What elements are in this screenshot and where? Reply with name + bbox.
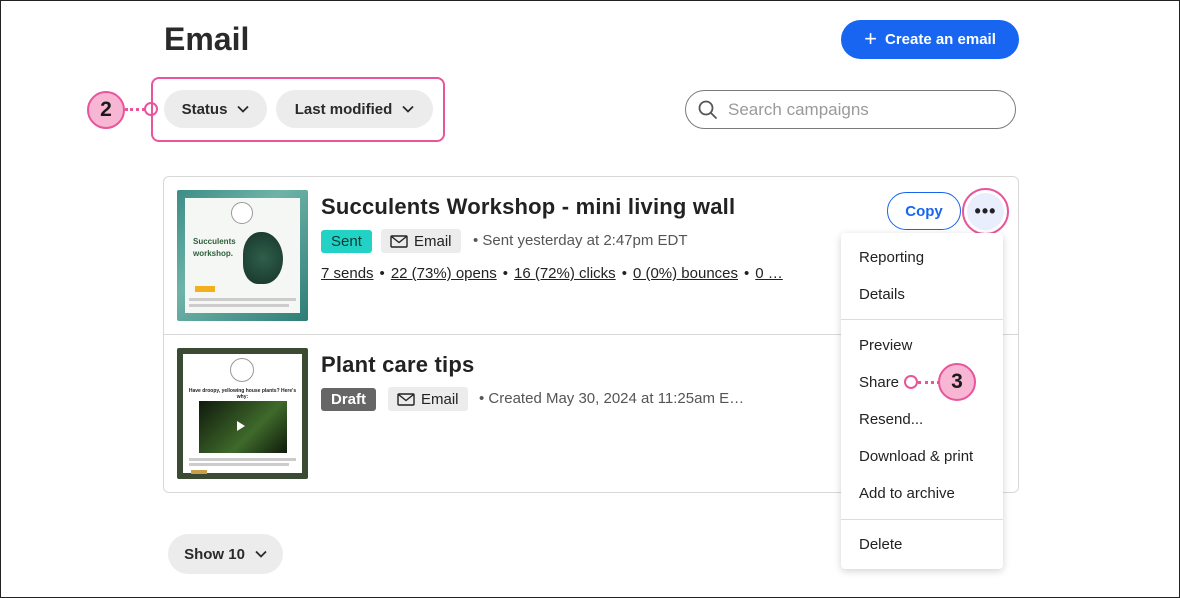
- search-input[interactable]: [728, 99, 998, 120]
- campaign-thumbnail[interactable]: Succulents workshop.: [177, 190, 308, 321]
- envelope-icon: [390, 234, 408, 248]
- ellipsis-icon: •••: [967, 193, 1004, 230]
- campaign-meta: • Created May 30, 2024 at 11:25am E…: [479, 390, 745, 407]
- search-box[interactable]: [685, 90, 1016, 129]
- menu-item-preview[interactable]: Preview: [859, 337, 912, 354]
- thumbnail-heading: Succulents workshop.: [193, 237, 236, 258]
- type-label: Email: [414, 232, 452, 250]
- logo-icon: [230, 358, 254, 382]
- thumbnail-button: [195, 286, 215, 292]
- menu-item-delete[interactable]: Delete: [859, 536, 902, 553]
- bounces-link[interactable]: 0 (0%) bounces: [633, 265, 738, 282]
- type-label: Email: [421, 390, 459, 408]
- more-actions-button[interactable]: •••: [962, 188, 1009, 235]
- chevron-down-icon: [402, 105, 414, 113]
- menu-item-share[interactable]: Share: [859, 374, 899, 391]
- callout-connector-2: [125, 108, 145, 111]
- callout-connector-3: [918, 381, 940, 384]
- menu-divider: [841, 519, 1003, 520]
- type-chip: Email: [388, 387, 468, 411]
- sort-filter[interactable]: Last modified: [276, 90, 433, 128]
- logo-icon: [231, 202, 253, 224]
- thumbnail-text-line: [189, 304, 289, 307]
- status-filter-label: Status: [181, 100, 228, 118]
- campaign-title[interactable]: Succulents Workshop - mini living wall: [321, 194, 735, 220]
- callout-number-2: 2: [87, 91, 125, 129]
- campaign-meta-text: Sent yesterday at 2:47pm EDT: [482, 232, 688, 249]
- show-count-dropdown[interactable]: Show 10: [168, 534, 283, 574]
- video-thumbnail: [199, 401, 287, 453]
- create-email-button[interactable]: + Create an email: [841, 20, 1019, 59]
- campaign-meta: • Sent yesterday at 2:47pm EDT: [473, 232, 688, 249]
- sends-link[interactable]: 7 sends: [321, 265, 374, 282]
- play-icon: [237, 421, 245, 431]
- succulent-image: [243, 232, 283, 284]
- status-badge: Sent: [321, 230, 372, 253]
- search-icon: [698, 100, 718, 119]
- thumbnail-heading: Have droopy, yellowing house plants? Her…: [188, 388, 297, 400]
- menu-item-archive[interactable]: Add to archive: [859, 485, 955, 502]
- callout-number-3: 3: [938, 363, 976, 401]
- sort-filter-label: Last modified: [294, 100, 393, 118]
- type-chip: Email: [381, 229, 461, 253]
- clicks-link[interactable]: 16 (72%) clicks: [514, 265, 616, 282]
- show-count-label: Show 10: [184, 545, 245, 563]
- thumbnail-text-line: [189, 458, 296, 461]
- opens-link[interactable]: 22 (73%) opens: [391, 265, 497, 282]
- copy-button[interactable]: Copy: [887, 192, 961, 230]
- page-title: Email: [164, 21, 250, 57]
- create-email-label: Create an email: [884, 31, 996, 48]
- thumbnail-text-line: [189, 463, 289, 466]
- thumbnail-button: [191, 470, 207, 474]
- menu-item-resend[interactable]: Resend...: [859, 411, 923, 428]
- campaign-meta-text: Created May 30, 2024 at 11:25am E…: [488, 390, 745, 407]
- menu-item-reporting[interactable]: Reporting: [859, 249, 924, 266]
- envelope-icon: [397, 392, 415, 406]
- callout-dot-3: [904, 375, 918, 389]
- chevron-down-icon: [255, 550, 267, 558]
- status-filter[interactable]: Status: [164, 90, 267, 128]
- campaign-title[interactable]: Plant care tips: [321, 352, 474, 378]
- menu-divider: [841, 319, 1003, 320]
- more-stats-link[interactable]: 0 …: [755, 265, 783, 282]
- thumbnail-text-line: [189, 298, 296, 301]
- status-badge: Draft: [321, 388, 377, 411]
- actions-menu: Reporting Details Preview Share Resend..…: [841, 233, 1003, 569]
- campaign-thumbnail[interactable]: Have droopy, yellowing house plants? Her…: [177, 348, 308, 479]
- plus-icon: +: [864, 25, 877, 51]
- campaign-stats: 7 sends • 22 (73%) opens • 16 (72%) clicks • 0…: [321, 265, 783, 282]
- menu-item-download-print[interactable]: Download & print: [859, 448, 973, 465]
- chevron-down-icon: [237, 105, 250, 113]
- menu-item-details[interactable]: Details: [859, 286, 905, 303]
